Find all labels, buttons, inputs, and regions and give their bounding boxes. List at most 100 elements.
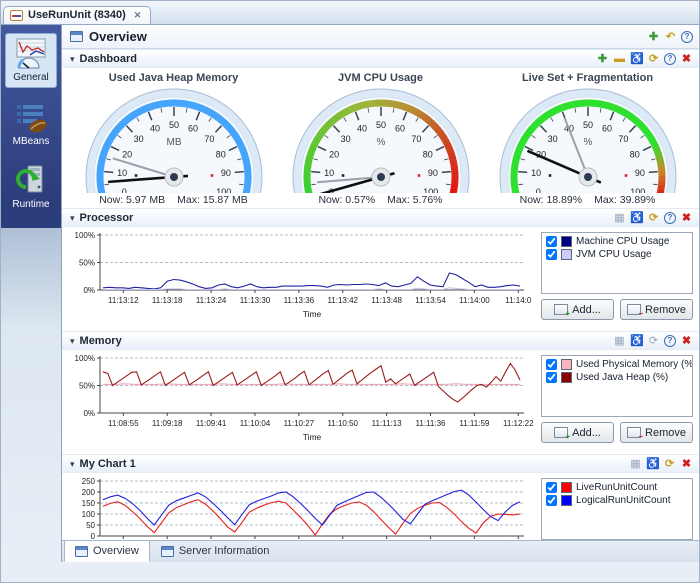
series-name: JVM CPU Usage bbox=[576, 249, 652, 260]
close-section-icon[interactable]: ✖ bbox=[680, 53, 693, 65]
overview-tab-icon bbox=[75, 546, 88, 557]
gauge-stats: Now: 18.89%Max: 39.89% bbox=[520, 194, 656, 206]
close-section-icon[interactable]: ✖ bbox=[680, 212, 693, 224]
tab-label: Overview bbox=[93, 545, 139, 557]
editor-tab-userununit[interactable]: UseRunUnit (8340) ✕ bbox=[3, 6, 151, 24]
svg-text:11:11:13: 11:11:13 bbox=[372, 419, 403, 428]
tab-server-information[interactable]: Server Information bbox=[150, 541, 280, 562]
svg-text:11:14:0: 11:14:0 bbox=[505, 296, 532, 305]
refresh-icon[interactable]: ⟳ bbox=[647, 212, 660, 224]
mychart-header: ▾ My Chart 1 ▦ ♿ ⟳ ✖ bbox=[62, 455, 699, 473]
close-section-icon[interactable]: ✖ bbox=[680, 335, 693, 347]
memory-chart: 0%50%100%11:08:5511:09:1811:09:4111:10:0… bbox=[66, 353, 536, 447]
gauge-liveset: Live Set + Fragmentation 010203040506070… bbox=[488, 72, 688, 206]
legend-item[interactable]: JVM CPU Usage bbox=[546, 249, 688, 260]
collapse-icon[interactable]: ▾ bbox=[70, 459, 75, 469]
freeze-chart-icon[interactable]: ▦ bbox=[629, 458, 642, 470]
remove-gauge-icon[interactable]: ▬ bbox=[613, 53, 626, 65]
svg-text:50%: 50% bbox=[79, 381, 95, 390]
mychart-body: 05010015020025011:13:1211:13:1811:13:241… bbox=[62, 473, 699, 540]
legend-item[interactable]: LiveRunUnitCount bbox=[546, 482, 688, 493]
svg-text:50: 50 bbox=[86, 521, 95, 530]
svg-text:20: 20 bbox=[122, 149, 132, 159]
app-window: UseRunUnit (8340) ✕ General bbox=[0, 0, 700, 583]
svg-text:50: 50 bbox=[582, 120, 592, 130]
add-gauge-icon[interactable]: ✚ bbox=[596, 53, 609, 65]
svg-text:11:08:55: 11:08:55 bbox=[108, 419, 139, 428]
svg-text:11:11:36: 11:11:36 bbox=[416, 419, 447, 428]
refresh-icon[interactable]: ⟳ bbox=[647, 53, 660, 65]
runtime-icon bbox=[14, 165, 48, 197]
freeze-chart-icon[interactable]: ▦ bbox=[613, 335, 626, 347]
tab-close-icon[interactable]: ✕ bbox=[134, 10, 142, 21]
console-chart-icon bbox=[10, 10, 23, 21]
legend-item[interactable]: Machine CPU Usage bbox=[546, 236, 688, 247]
editor-tabstrip: UseRunUnit (8340) ✕ bbox=[1, 1, 699, 25]
series-color-swatch bbox=[561, 482, 572, 493]
remove-attribute-button[interactable]: −Remove bbox=[620, 422, 693, 443]
add-attribute-button[interactable]: +Add... bbox=[541, 299, 614, 320]
svg-text:0: 0 bbox=[535, 187, 540, 193]
collapse-icon[interactable]: ▾ bbox=[70, 54, 75, 64]
collapse-icon[interactable]: ▾ bbox=[70, 336, 75, 346]
legend-list: Machine CPU Usage JVM CPU Usage bbox=[541, 232, 693, 294]
sidebar-item-runtime[interactable]: Runtime bbox=[5, 161, 57, 214]
reset-icon[interactable]: ↶ bbox=[664, 31, 677, 43]
legend-buttons: +Add... −Remove bbox=[541, 422, 693, 443]
accessibility-icon[interactable]: ♿ bbox=[630, 335, 643, 347]
series-name: Used Physical Memory (%) bbox=[576, 359, 693, 370]
page-header: Overview ✚ ↶ ? bbox=[62, 25, 699, 49]
help-icon[interactable]: ? bbox=[664, 335, 676, 347]
refresh-icon[interactable]: ⟳ bbox=[663, 458, 676, 470]
legend-checkbox[interactable] bbox=[546, 249, 557, 260]
accessibility-icon[interactable]: ♿ bbox=[630, 212, 643, 224]
refresh-icon[interactable]: ⟳ bbox=[647, 335, 660, 347]
svg-text:11:13:18: 11:13:18 bbox=[152, 296, 183, 305]
help-icon[interactable]: ? bbox=[681, 31, 693, 43]
legend-item[interactable]: Used Java Heap (%) bbox=[546, 372, 688, 383]
mychart-chart: 05010015020025011:13:1211:13:1811:13:241… bbox=[66, 476, 536, 540]
help-icon[interactable]: ? bbox=[664, 212, 676, 224]
legend-list: Used Physical Memory (%) Used Java Heap (… bbox=[541, 355, 693, 417]
memory-toolbar: ▦ ♿ ⟳ ? ✖ bbox=[613, 335, 693, 347]
page-header-toolbar: ✚ ↶ ? bbox=[647, 31, 693, 43]
legend-item[interactable]: LogicalRunUnitCount bbox=[546, 495, 688, 506]
collapse-icon[interactable]: ▾ bbox=[70, 213, 75, 223]
close-section-icon[interactable]: ✖ bbox=[680, 458, 693, 470]
legend-item[interactable]: Used Physical Memory (%) bbox=[546, 359, 688, 370]
gauge-max: Max: 15.87 MB bbox=[177, 194, 248, 206]
svg-text:20: 20 bbox=[329, 149, 339, 159]
legend-checkbox[interactable] bbox=[546, 359, 557, 370]
svg-text:30: 30 bbox=[547, 134, 557, 144]
svg-text:11:11:59: 11:11:59 bbox=[459, 419, 490, 428]
legend-checkbox[interactable] bbox=[546, 482, 557, 493]
svg-text:100: 100 bbox=[423, 187, 438, 193]
svg-text:Time: Time bbox=[303, 309, 322, 319]
legend-checkbox[interactable] bbox=[546, 372, 557, 383]
svg-text:11:13:48: 11:13:48 bbox=[371, 296, 402, 305]
svg-text:70: 70 bbox=[618, 134, 628, 144]
tab-overview[interactable]: Overview bbox=[64, 541, 150, 562]
svg-text:70: 70 bbox=[411, 134, 421, 144]
accessibility-icon[interactable]: ♿ bbox=[630, 53, 643, 65]
accessibility-icon[interactable]: ♿ bbox=[646, 458, 659, 470]
sidebar-item-general[interactable]: General bbox=[5, 33, 57, 88]
svg-text:11:10:50: 11:10:50 bbox=[327, 419, 358, 428]
section-mychart: ▾ My Chart 1 ▦ ♿ ⟳ ✖ 05010015020025011:1… bbox=[62, 454, 699, 540]
svg-text:90: 90 bbox=[427, 168, 437, 178]
section-title: Processor bbox=[80, 212, 608, 224]
legend-checkbox[interactable] bbox=[546, 236, 557, 247]
freeze-chart-icon[interactable]: ▦ bbox=[613, 212, 626, 224]
svg-text:10: 10 bbox=[531, 168, 541, 178]
legend-list: LiveRunUnitCount LogicalRunUnitCount bbox=[541, 478, 693, 540]
legend-checkbox[interactable] bbox=[546, 495, 557, 506]
svg-text:11:13:54: 11:13:54 bbox=[415, 296, 446, 305]
svg-text:50: 50 bbox=[168, 120, 178, 130]
add-chart-icon[interactable]: ✚ bbox=[647, 31, 660, 43]
add-attribute-button[interactable]: +Add... bbox=[541, 422, 614, 443]
help-icon[interactable]: ? bbox=[664, 53, 676, 65]
remove-attribute-button[interactable]: −Remove bbox=[620, 299, 693, 320]
sidebar-item-mbeans[interactable]: MBeans bbox=[5, 98, 57, 151]
gauge-title: JVM CPU Usage bbox=[338, 72, 423, 84]
memory-header: ▾ Memory ▦ ♿ ⟳ ? ✖ bbox=[62, 332, 699, 350]
